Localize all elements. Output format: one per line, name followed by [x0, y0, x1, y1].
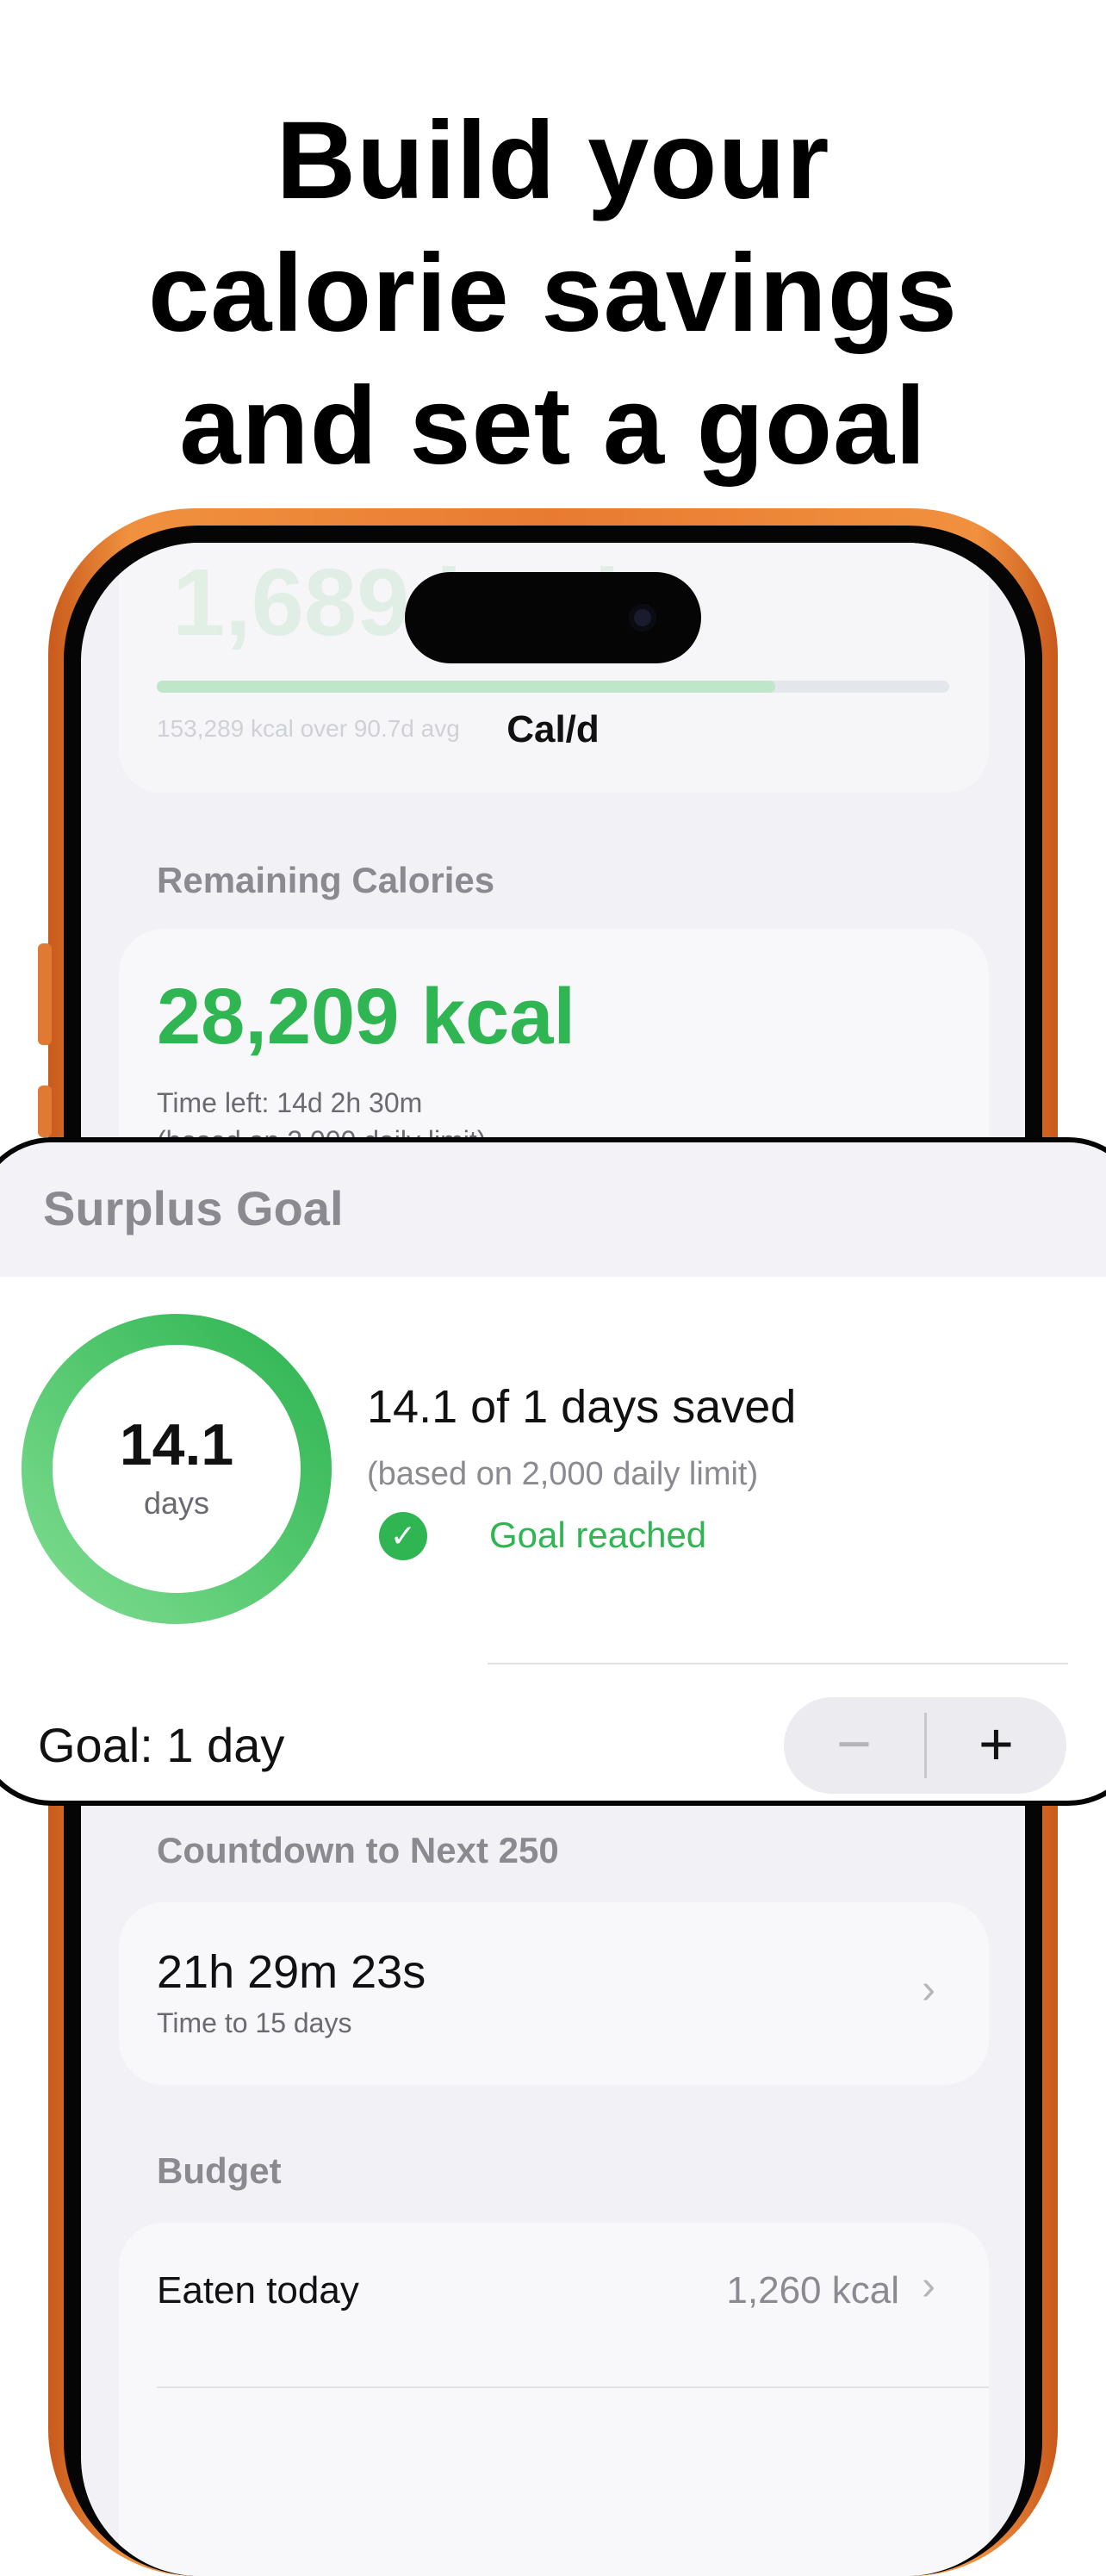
- goal-based-text: (based on 2,000 daily limit): [367, 1456, 759, 1492]
- volume-button: [38, 1086, 52, 1137]
- headline-line-3: and set a goal: [179, 364, 927, 488]
- countdown-label: Countdown to Next 250: [157, 1830, 559, 1870]
- remaining-calories-label: Remaining Calories: [157, 860, 495, 900]
- headline-line-1: Build your: [276, 99, 830, 222]
- ring-value: 14.1: [119, 1412, 234, 1478]
- budget-label: Budget: [157, 2150, 282, 2191]
- chevron-right-icon: ›: [922, 1967, 935, 2013]
- goal-divider: [488, 1663, 1068, 1664]
- goal-saved-text: 14.1 of 1 days saved: [367, 1381, 797, 1433]
- budget-row-divider: [157, 2386, 989, 2388]
- time-left-text: Time left: 14d 2h 30m: [157, 1087, 423, 1118]
- goal-status-text: Goal reached: [489, 1515, 707, 1555]
- surplus-goal-title: Surplus Goal: [43, 1181, 344, 1235]
- increment-button[interactable]: +: [926, 1697, 1066, 1794]
- camera-lens: [629, 604, 656, 632]
- action-button: [38, 943, 52, 1045]
- marketing-headline: Build your calorie savings and set a goa…: [0, 95, 1106, 493]
- remaining-calories-value: 28,209 kcal: [157, 973, 576, 1061]
- ring-unit: days: [143, 1485, 210, 1521]
- goal-value-label: Goal: 1 day: [38, 1718, 285, 1772]
- countdown-subtitle: Time to 15 days: [157, 2007, 352, 2038]
- goal-stepper: − +: [784, 1697, 1066, 1794]
- chevron-right-icon: ›: [922, 2263, 935, 2309]
- daily-average-progress-bar: [157, 681, 949, 693]
- headline-line-2: calorie savings: [148, 232, 958, 355]
- dynamic-island: [405, 572, 701, 663]
- countdown-time: 21h 29m 23s: [157, 1946, 426, 1998]
- checkmark-icon: ✓: [379, 1512, 427, 1560]
- budget-row-label[interactable]: Eaten today: [157, 2269, 359, 2312]
- nav-title: Cal/d: [506, 708, 600, 750]
- budget-row-value: 1,260 kcal: [726, 2269, 899, 2312]
- decrement-button[interactable]: −: [784, 1697, 924, 1794]
